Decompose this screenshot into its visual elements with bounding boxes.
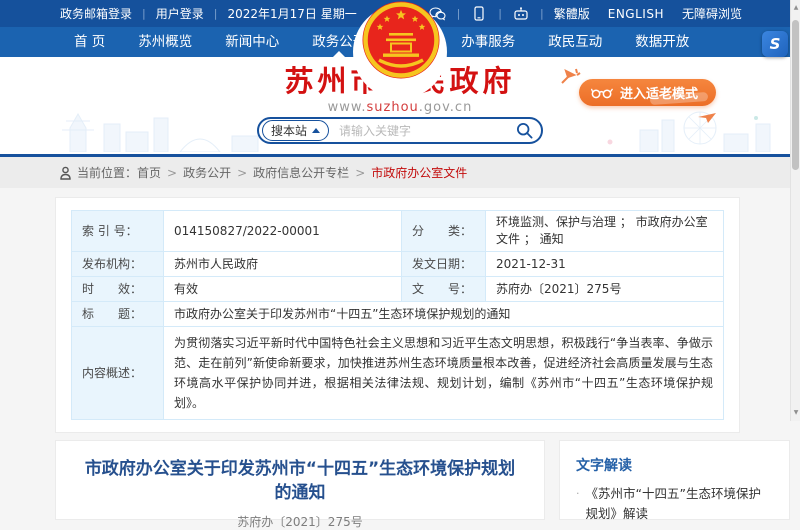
issue-date-value: 2021-12-31 [486,252,724,277]
main-content: 索 引 号： 014150827/2022-00001 分 类： 环境监测、保护… [0,188,800,520]
robot-client-icon[interactable] [512,6,530,22]
category-label: 分 类： [402,211,486,252]
breadcrumb-separator: > [167,166,177,180]
divider: | [457,7,461,20]
nav-item-open-data[interactable]: 数据开放 [635,27,689,57]
summary-label: 内容概述： [72,327,164,420]
nav-item-overview[interactable]: 苏州概览 [138,27,192,57]
location-icon [60,166,71,180]
search-icon [516,122,533,139]
traditional-chinese-link[interactable]: 繁體版 [554,5,590,22]
breadcrumb-item-info-disclosure[interactable]: 政府信息公开专栏 [253,164,349,181]
search-scope-select[interactable]: 搜本站 [262,120,329,141]
list-item: · 《苏州市“十四五”生态环境保护规划》解读 [576,484,773,524]
title-value: 市政府办公室关于印发苏州市“十四五”生态环境保护规划的通知 [164,302,724,327]
doc-number-label: 文 号： [402,277,486,302]
decoration-sparkle-icon [560,67,582,85]
s-logo-icon: S [770,35,781,53]
divider: | [142,7,146,20]
table-row: 标 题： 市政府办公室关于印发苏州市“十四五”生态环境保护规划的通知 [72,302,724,327]
table-row: 发布机构： 苏州市人民政府 发文日期： 2021-12-31 [72,252,724,277]
breadcrumb-item-home[interactable]: 首页 [137,164,161,181]
category-value: 环境监测、保护与治理 ； 市政府办公室文件 ； 通知 [486,211,724,252]
scroll-down-icon[interactable]: ▼ [791,408,800,418]
divider: | [214,7,218,20]
scrollbar-thumb[interactable] [792,20,799,170]
national-emblem-icon [361,0,441,88]
table-row: 时 效： 有效 文 号： 苏府办〔2021〕275号 [72,277,724,302]
validity-label: 时 效： [72,277,164,302]
breadcrumb-item-current: 市政府办公室文件 [371,164,467,181]
index-value: 014150827/2022-00001 [164,211,402,252]
nav-item-interaction[interactable]: 政民互动 [548,27,602,57]
elder-mode-button[interactable]: 进入适老模式 [579,79,716,106]
breadcrumb-label: 当前位置： [77,164,137,181]
bottom-section: 市政府办公室关于印发苏州市“十四五”生态环境保护规划的通知 苏府办〔2021〕2… [55,440,790,520]
english-link[interactable]: ENGLISH [608,7,664,21]
validity-value: 有效 [164,277,402,302]
summary-value: 为贯彻落实习近平新时代中国特色社会主义思想和习近平生态文明思想，积极践行“争当表… [164,327,724,420]
bullet-icon: · [576,484,580,524]
breadcrumb-separator: > [355,166,365,180]
article-title: 市政府办公室关于印发苏州市“十四五”生态环境保护规划的通知 [80,457,520,505]
interpretation-heading: 文字解读 [576,455,773,475]
breadcrumb: 当前位置： 首页 > 政务公开 > 政府信息公开专栏 > 市政府办公室文件 [0,157,800,188]
nav-item-news[interactable]: 新闻中心 [225,27,279,57]
org-label: 发布机构： [72,252,164,277]
document-info-card: 索 引 号： 014150827/2022-00001 分 类： 环境监测、保护… [55,197,740,433]
glasses-icon [591,87,613,99]
table-row: 内容概述： 为贯彻落实习近平新时代中国特色社会主义思想和习近平生态文明思想，积极… [72,327,724,420]
decoration-plane-icon [696,111,720,125]
floating-widget-button[interactable]: S [762,31,788,57]
caret-up-icon [312,128,320,133]
search-bar: 搜本站 [257,117,543,144]
user-login-link[interactable]: 用户登录 [156,5,204,22]
scroll-up-icon[interactable]: ▲ [791,3,800,13]
breadcrumb-separator: > [237,166,247,180]
url-main: suzhou [367,100,419,115]
org-value: 苏州市人民政府 [164,252,402,277]
issue-date-label: 发文日期： [402,252,486,277]
divider: | [540,7,544,20]
url-prefix: www. [328,100,367,115]
document-info-table: 索 引 号： 014150827/2022-00001 分 类： 环境监测、保护… [71,210,724,420]
accessibility-link[interactable]: 无障碍浏览 [682,5,742,22]
mail-login-link[interactable]: 政务邮箱登录 [60,5,132,22]
search-input[interactable] [337,123,516,139]
article-doc-number: 苏府办〔2021〕275号 [80,513,520,530]
url-suffix: .gov.cn [419,100,473,115]
nav-item-services[interactable]: 办事服务 [461,27,515,57]
current-date: 2022年1月17日 星期一 [227,5,356,22]
title-label: 标 题： [72,302,164,327]
search-button[interactable] [516,122,533,139]
topbar-right-group: | | | 繁體版 ENGLISH 无障碍浏览 [429,5,742,22]
interpretation-link[interactable]: 《苏州市“十四五”生态环境保护规划》解读 [586,484,774,524]
article-card: 市政府办公室关于印发苏州市“十四五”生态环境保护规划的通知 苏府办〔2021〕2… [55,440,545,520]
table-row: 索 引 号： 014150827/2022-00001 分 类： 环境监测、保护… [72,211,724,252]
breadcrumb-item-gov-affairs[interactable]: 政务公开 [183,164,231,181]
page-scrollbar[interactable]: ▲ ▼ [790,0,800,421]
search-scope-label: 搜本站 [271,122,307,139]
doc-number-value: 苏府办〔2021〕275号 [486,277,724,302]
divider: | [498,7,502,20]
index-label: 索 引 号： [72,211,164,252]
nav-item-home[interactable]: 首 页 [74,27,105,57]
interpretation-panel: 文字解读 · 《苏州市“十四五”生态环境保护规划》解读 [559,440,790,520]
mobile-icon[interactable] [470,6,488,22]
